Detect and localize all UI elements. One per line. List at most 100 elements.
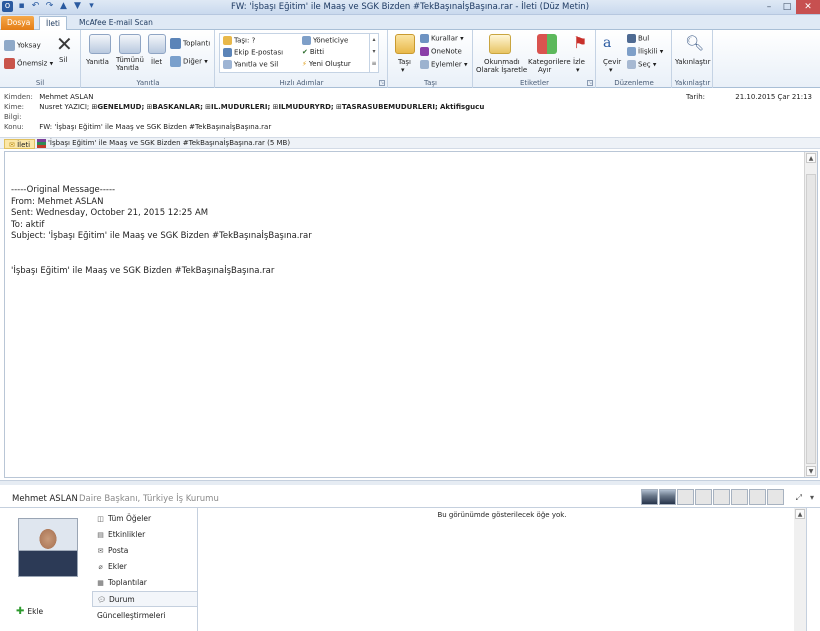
avatar[interactable] [731,489,748,505]
reply-all-button[interactable]: Tümünü Yanıtla [115,34,145,74]
to-manager-icon [302,36,311,45]
ignore-button[interactable]: Yoksay [4,40,41,51]
actions-button[interactable]: Eylemler ▾ [420,60,468,69]
envelope-icon: ✉ [9,141,15,149]
zoom-button[interactable]: 🔍︎ Yakınlaştır [675,34,711,66]
maximize-button[interactable]: □ [778,0,796,14]
translate-button[interactable]: a Çevir ▾ [601,34,623,74]
gallery-scroll-icon[interactable]: ▴ ▾ ≡ [369,34,378,72]
avatar[interactable] [641,489,658,505]
to-group[interactable]: GENELMUD; [97,103,144,111]
cc-row: Bilgi: [4,113,22,121]
quickstep-create-new[interactable]: ⚡ Yeni Oluştur [302,60,351,68]
nav-mail[interactable]: ✉ Posta [92,543,198,559]
people-nav: ◫ Tüm Öğeler ▤ Etkinlikler ✉ Posta ⌀ Ekler ▦… [92,511,198,620]
meeting-button[interactable]: Toplantı [170,38,210,49]
reply-delete-icon [223,60,232,69]
from-value[interactable]: Mehmet ASLAN [39,93,93,101]
nav-attachments[interactable]: ⌀ Ekler [92,559,198,575]
avatar[interactable] [749,489,766,505]
empty-message: Bu görünümde gösterilecek öğe yok. [437,511,567,519]
onenote-button[interactable]: OneNote [420,47,462,56]
scroll-up-icon[interactable]: ▲ [795,509,805,519]
message-tab[interactable]: ✉ İleti [4,139,36,149]
to-group[interactable]: IL.MUDURLERI; [211,103,270,111]
reply-button[interactable]: Yanıtla [86,34,112,70]
more-respond-button[interactable]: Diğer ▾ [170,56,208,67]
people-scrollbar[interactable]: ▲ [794,508,806,631]
scroll-thumb[interactable] [806,174,816,464]
forward-button[interactable]: İlet [148,34,168,70]
select-icon [627,60,636,69]
avatar[interactable] [677,489,694,505]
to-group[interactable]: TASRASUBEMUDURLERI; [342,103,438,111]
date-value: 21.10.2015 Çar 21:13 [735,93,812,101]
attachment-file[interactable]: 'İşbaşı Eğitim' ile Maaş ve SGK Bizden #… [37,138,290,149]
rules-button[interactable]: Kurallar ▾ [420,34,464,43]
collapse-pane-icon[interactable]: ▾ [810,493,814,502]
tab-message[interactable]: İleti [39,16,67,30]
scroll-up-icon[interactable]: ▲ [806,153,816,163]
group-zoom: 🔍︎ Yakınlaştır Yakınlaştır [673,30,713,88]
categorize-icon [537,34,557,54]
group-label-respond: Yanıtla [136,79,160,87]
add-contact-button[interactable]: ✚ Ekle [16,606,43,617]
to-row: Kime: Nusret YAZICI; ⊞GENELMUD; ⊞BASKANL… [4,103,485,111]
nav-all-items[interactable]: ◫ Tüm Öğeler [92,511,198,527]
people-pane: Mehmet ASLAN Daire Başkanı, Türkiye İş K… [0,486,820,631]
contact-name[interactable]: Mehmet ASLAN [12,494,78,504]
to-recipient[interactable]: Nusret YAZICI; [39,103,89,111]
group-label-zoom: Yakınlaştır [674,79,711,87]
scroll-down-icon[interactable]: ▼ [806,466,816,476]
avatar[interactable] [695,489,712,505]
delete-button[interactable]: ✕ Sil [55,34,77,70]
categorize-button[interactable]: Kategorilere Ayır [528,34,571,74]
message-body[interactable]: -----Original Message----- From: Mehmet … [4,151,818,478]
junk-button[interactable]: Önemsiz ▾ [4,58,53,69]
minimize-button[interactable]: – [760,0,778,14]
find-button[interactable]: Bul [627,34,649,43]
quickstep-team-email[interactable]: Ekip E-postası [223,48,283,57]
move-button[interactable]: Taşı ▾ [393,34,417,74]
nav-meetings[interactable]: ▦ Toplantılar [92,575,198,591]
contact-title: Daire Başkanı, Türkiye İş Kurumu [79,494,219,504]
rar-archive-icon [37,138,46,148]
related-icon [627,47,636,56]
quickstep-reply-delete[interactable]: Yanıtla ve Sil [223,60,278,69]
to-recipient[interactable]: Aktifisgucu [440,103,484,111]
attachment-bar: ✉ İleti 'İşbaşı Eğitim' ile Maaş ve SGK … [0,137,820,149]
quickstep-done[interactable]: ✔ Bitti [302,48,324,56]
avatar[interactable] [713,489,730,505]
people-pane-splitter[interactable] [0,480,820,485]
ribbon: Yoksay Önemsiz ▾ ✕ Sil Sil Yanıtla Tümün… [0,30,820,88]
avatar[interactable] [659,489,676,505]
more-icon [170,56,181,67]
expand-pane-icon[interactable]: ⤢ [796,493,802,503]
quickstep-to-manager[interactable]: Yöneticiye [302,36,348,45]
to-group[interactable]: ILMUDURYRD; [278,103,333,111]
group-label-editing: Düzenleme [614,79,654,87]
group-quick-steps: Taşı: ? Ekip E-postası Yanıtla ve Sil Yö… [216,30,388,88]
meeting-icon [170,38,181,49]
all-items-icon: ◫ [97,515,104,523]
related-button[interactable]: İlişkili ▾ [627,47,663,56]
tab-mcafee[interactable]: McAfee E-mail Scan [73,16,159,30]
window-title: FW: 'İşbaşı Eğitim' ile Maaş ve SGK Bizd… [230,2,590,12]
folder-icon [395,34,415,54]
group-tags: Okunmadı Olarak İşaretle Kategorilere Ay… [474,30,596,88]
tab-file[interactable]: Dosya [1,16,34,30]
forward-icon [148,34,166,54]
vertical-scrollbar[interactable]: ▲ ▼ [804,152,817,477]
mark-unread-button[interactable]: Okunmadı Olarak İşaretle [476,34,527,74]
quickstep-move[interactable]: Taşı: ? [223,36,255,45]
onenote-icon [420,47,429,56]
avatar[interactable] [767,489,784,505]
follow-up-button[interactable]: ⚑ İzle ▾ [570,34,592,75]
close-button[interactable]: ✕ [796,0,820,14]
nav-activities[interactable]: ▤ Etkinlikler [92,527,198,543]
to-group[interactable]: BASKANLAR; [152,103,203,111]
nav-status-updates[interactable]: 💬︎ Durum Güncelleştirmeleri [92,591,198,620]
select-button[interactable]: Seç ▾ [627,60,656,69]
mail-icon: ✉ [97,547,104,555]
unread-envelope-icon [489,34,511,54]
